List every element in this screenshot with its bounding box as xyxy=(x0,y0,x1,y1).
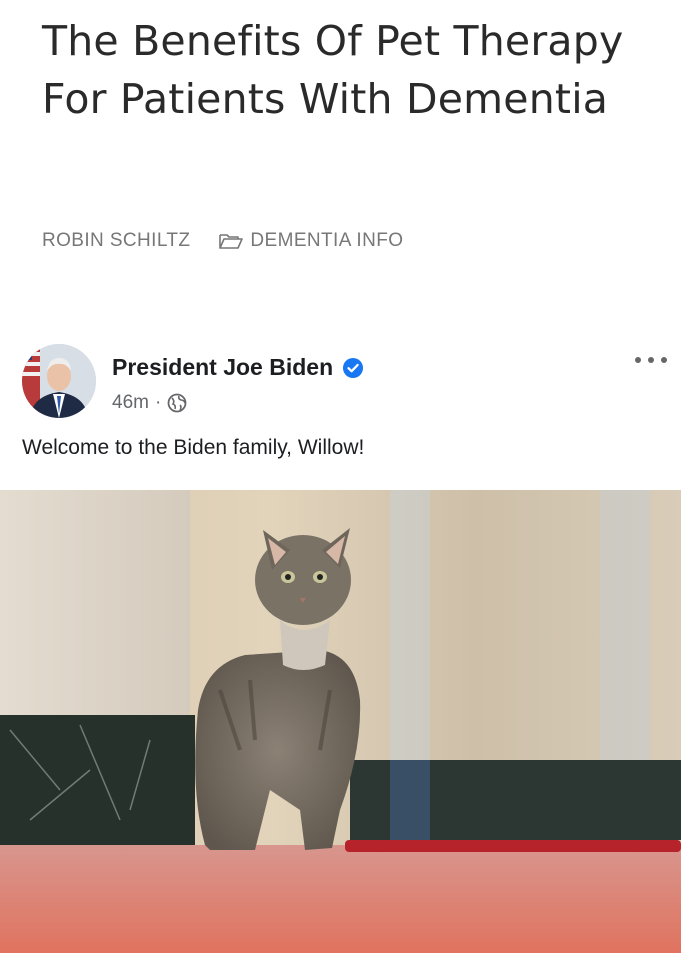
avatar[interactable] xyxy=(22,344,96,418)
article-meta: ROBIN SCHILTZ DEMENTIA INFO xyxy=(42,229,403,253)
post-text: Welcome to the Biden family, Willow! xyxy=(22,436,365,459)
article-title[interactable]: The Benefits Of Pet Therapy For Patients… xyxy=(42,12,642,128)
more-dot-1 xyxy=(635,357,641,363)
more-options-icon[interactable] xyxy=(635,350,667,370)
post-timestamp: 46m · xyxy=(112,392,187,414)
post-author-name[interactable]: President Joe Biden xyxy=(112,354,333,381)
post-photo[interactable] xyxy=(0,490,681,953)
more-dot-3 xyxy=(661,357,667,363)
article-category[interactable]: DEMENTIA INFO xyxy=(218,230,403,252)
globe-icon[interactable] xyxy=(167,393,187,413)
cat-photo xyxy=(0,490,681,953)
more-dot-2 xyxy=(648,357,654,363)
folder-icon xyxy=(219,234,244,249)
post-time-text[interactable]: 46m xyxy=(112,392,149,414)
verified-badge-icon xyxy=(343,357,364,378)
category-label: DEMENTIA INFO xyxy=(250,230,404,251)
post-author[interactable]: President Joe Biden xyxy=(112,354,364,381)
article-author[interactable]: ROBIN SCHILTZ xyxy=(42,230,190,252)
separator-dot: · xyxy=(154,392,162,413)
